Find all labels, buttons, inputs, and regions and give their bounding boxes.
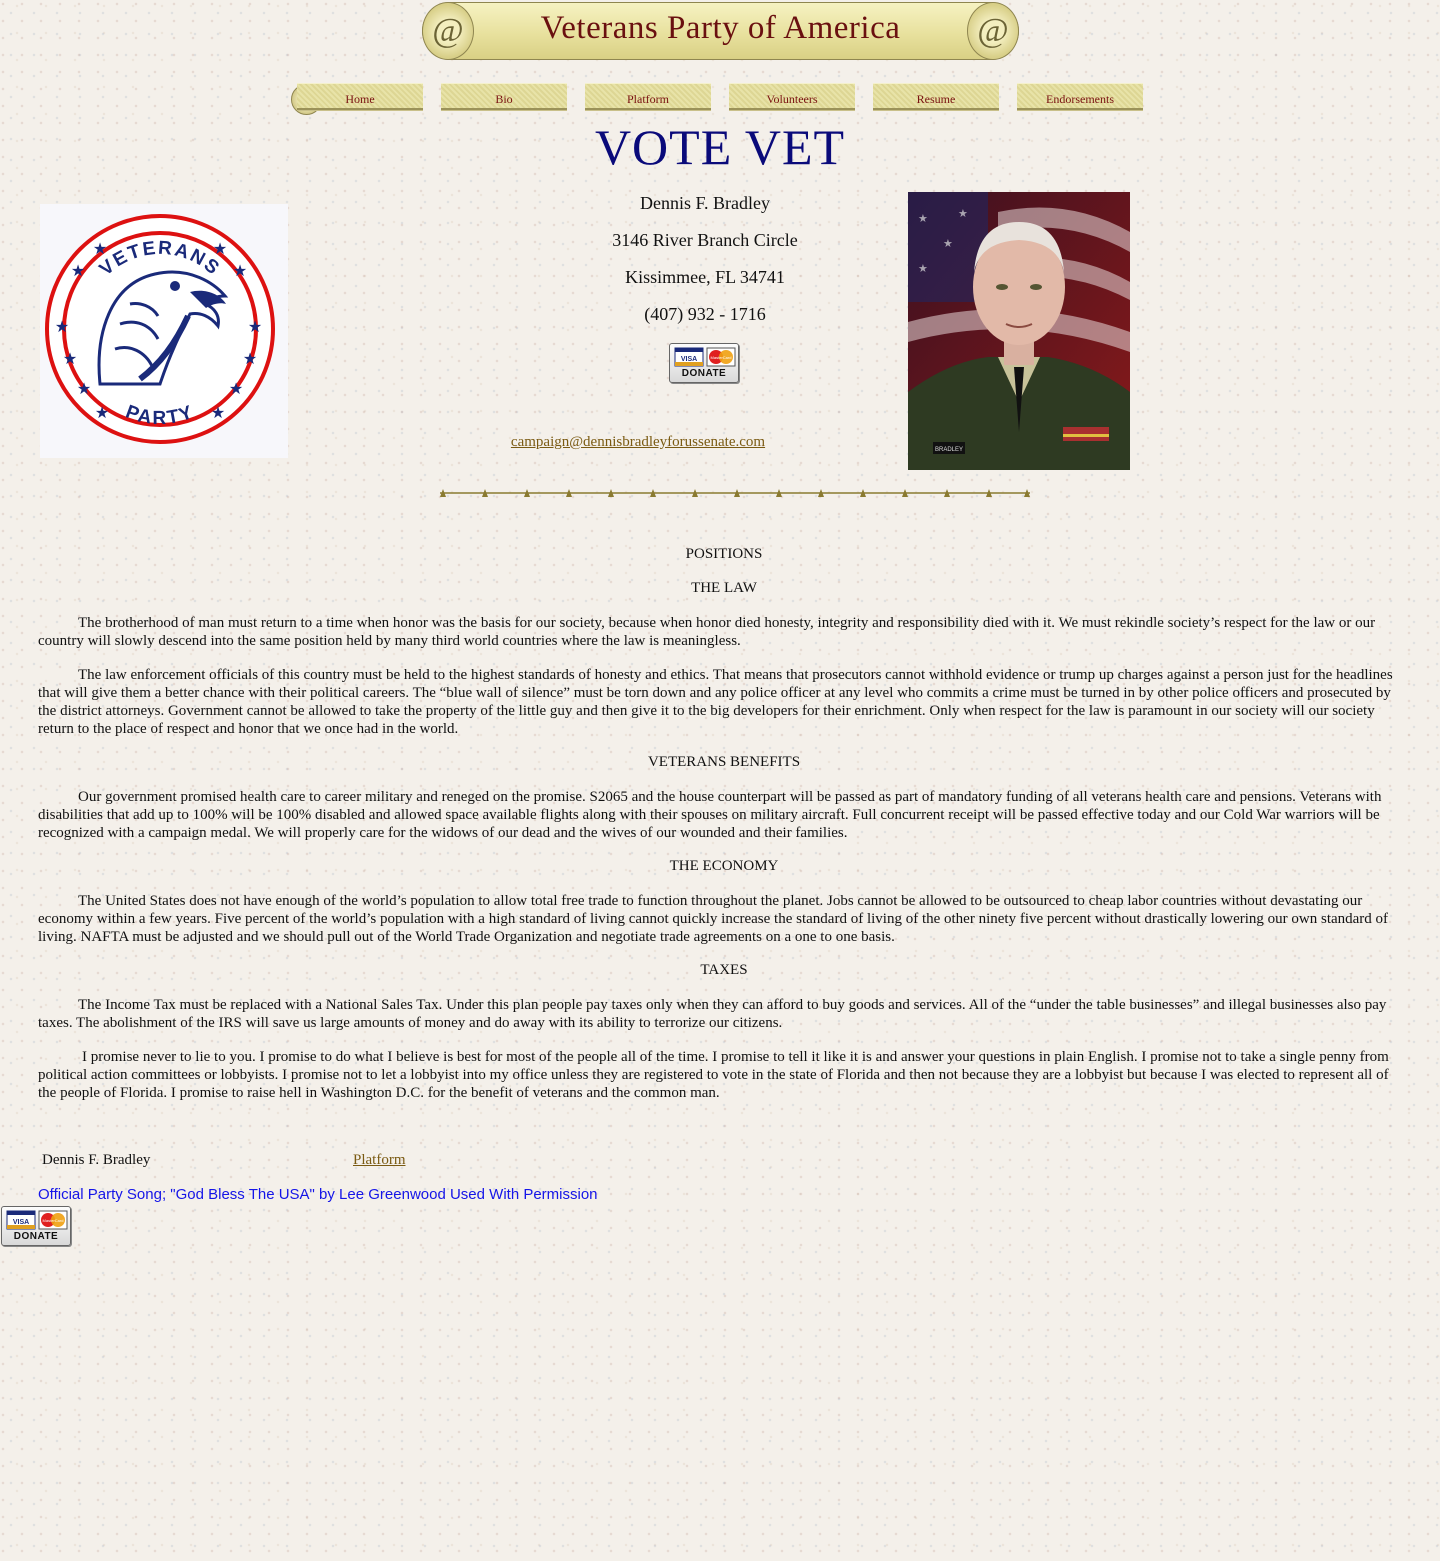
svg-text:★: ★ <box>93 239 107 258</box>
svg-text:★: ★ <box>213 239 227 258</box>
svg-text:VISA: VISA <box>13 1219 29 1226</box>
nav-volunteers[interactable]: Volunteers <box>729 83 855 110</box>
nav-platform[interactable]: Platform <box>585 83 711 110</box>
law-paragraph-1: The brotherhood of man must return to a … <box>38 615 1376 649</box>
campaign-email-link[interactable]: campaign@dennisbradleyforussenate.com <box>440 434 836 451</box>
contact-name: Dennis F. Bradley <box>639 193 771 213</box>
svg-text:★: ★ <box>958 207 968 220</box>
svg-text:★: ★ <box>77 379 91 398</box>
decorative-divider <box>440 484 1030 497</box>
nav-bio[interactable]: Bio <box>441 83 567 110</box>
donate-button-bottom[interactable]: VISA MasterCard DONATE <box>1 1206 71 1246</box>
svg-text:★: ★ <box>229 379 243 398</box>
donate-button-top[interactable]: VISA MasterCard DONATE <box>669 343 739 383</box>
svg-text:★: ★ <box>95 403 109 422</box>
taxes-heading: TAXES <box>700 962 748 978</box>
svg-text:★: ★ <box>918 262 928 275</box>
svg-text:★: ★ <box>63 349 77 368</box>
svg-text:MasterCard: MasterCard <box>711 355 732 360</box>
photo-name-tag: BRADLEY <box>935 447 963 453</box>
svg-text:MasterCard: MasterCard <box>43 1218 64 1223</box>
svg-text:★: ★ <box>248 317 262 336</box>
swirl-right-icon: @ <box>967 2 1019 60</box>
svg-text:★: ★ <box>243 349 257 368</box>
donate-label: DONATE <box>13 1231 59 1242</box>
veterans-paragraph: Our government promised health care to c… <box>38 789 1382 841</box>
vote-vet-headline: VOTE VET <box>594 119 846 175</box>
economy-paragraph: The United States does not have enough o… <box>38 893 1389 945</box>
credit-cards-icon: VISA MasterCard <box>674 347 736 367</box>
svg-text:★: ★ <box>71 261 85 280</box>
nav-resume[interactable]: Resume <box>873 83 999 110</box>
economy-heading: THE ECONOMY <box>669 858 779 874</box>
swirl-left-icon: @ <box>422 2 474 60</box>
signature-name: Dennis F. Bradley <box>42 1152 151 1168</box>
platform-link[interactable]: Platform <box>353 1152 406 1169</box>
candidate-photo: ★ ★ ★ ★ BRADLEY <box>908 192 1130 470</box>
contact-phone: (407) 932 - 1716 <box>644 304 766 324</box>
promise-paragraph: I promise never to lie to you. I promise… <box>38 1049 1389 1101</box>
positions-heading: POSITIONS <box>685 546 763 562</box>
contact-street: 3146 River Branch Circle <box>612 230 798 250</box>
veterans-party-logo: VETERANS PARTY ★ ★ ★ ★ ★ ★ ★ ★ ★ ★ ★ ★ <box>40 204 288 458</box>
taxes-paragraph: The Income Tax must be replaced with a N… <box>38 997 1387 1031</box>
nav-home[interactable]: Home <box>297 83 423 110</box>
law-paragraph-2: The law enforcement officials of this co… <box>38 667 1393 737</box>
svg-text:★: ★ <box>943 237 953 250</box>
site-banner: @ @ Veterans Party of America <box>422 2 1019 60</box>
svg-text:VISA: VISA <box>681 356 697 363</box>
svg-text:★: ★ <box>233 261 247 280</box>
donate-label: DONATE <box>681 368 727 379</box>
party-song-link[interactable]: Official Party Song; "God Bless The USA"… <box>38 1186 598 1203</box>
credit-cards-icon: VISA MasterCard <box>6 1210 68 1230</box>
svg-text:★: ★ <box>211 403 225 422</box>
contact-city: Kissimmee, FL 34741 <box>625 267 785 287</box>
law-heading: THE LAW <box>691 580 757 596</box>
veterans-heading: VETERANS BENEFITS <box>647 754 801 770</box>
site-title: Veterans Party of America <box>540 10 901 46</box>
svg-text:★: ★ <box>918 212 928 225</box>
nav-endorsements[interactable]: Endorsements <box>1017 83 1143 110</box>
svg-text:★: ★ <box>55 317 69 336</box>
